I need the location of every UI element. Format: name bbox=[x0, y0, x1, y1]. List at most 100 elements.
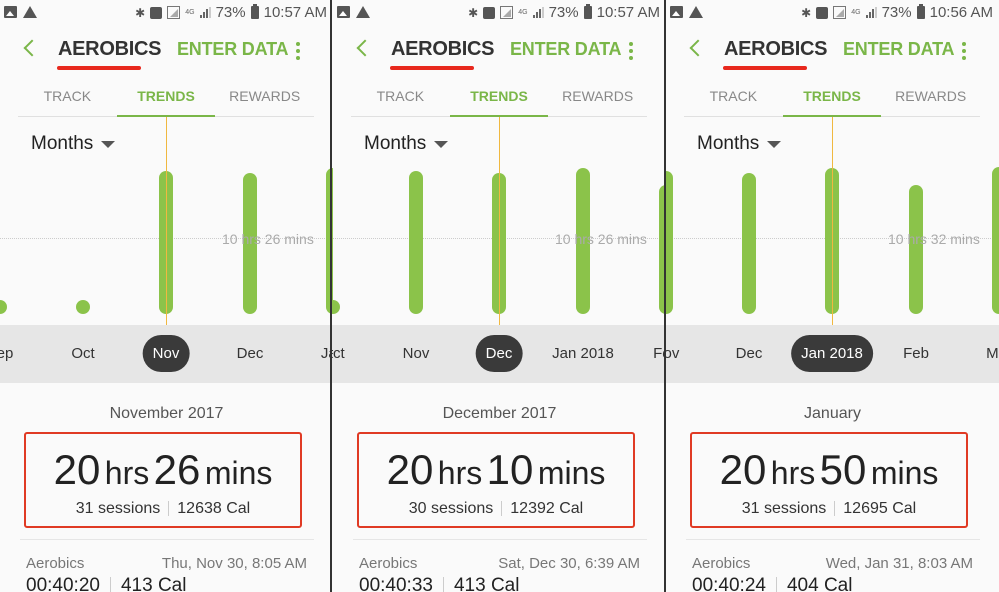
tab-rewards[interactable]: REWARDS bbox=[548, 80, 647, 116]
month-timeline[interactable]: SepOctNovDecJan bbox=[0, 325, 333, 383]
divider bbox=[353, 539, 647, 540]
more-options-icon[interactable] bbox=[296, 42, 300, 60]
bar-nov[interactable] bbox=[409, 170, 423, 314]
selection-cursor-line bbox=[832, 117, 833, 325]
selected-month-pill[interactable]: Jan 2018 bbox=[791, 335, 873, 372]
record-date: Thu, Nov 30, 8:05 AM bbox=[161, 555, 307, 572]
network-type-label: 4G bbox=[851, 9, 861, 16]
tab-trends[interactable]: TRENDS bbox=[116, 80, 216, 117]
record-date: Sat, Dec 30, 6:39 AM bbox=[498, 555, 640, 572]
hours-value: 20 bbox=[386, 446, 434, 493]
record-divider bbox=[109, 577, 111, 592]
tab-rewards[interactable]: REWARDS bbox=[215, 80, 314, 116]
sim-icon bbox=[167, 6, 181, 19]
average-label: 10 hrs 26 mins bbox=[555, 231, 647, 247]
enter-data-button[interactable]: ENTER DATA bbox=[843, 39, 955, 60]
period-dropdown[interactable]: Months bbox=[697, 133, 782, 155]
status-bar: ✱ 4G 73% 10:56 AM bbox=[666, 0, 999, 28]
summary-card: 20 hrs 10 mins 30 sessions 12392 Cal bbox=[357, 432, 635, 528]
phone-screen: ✱ 4G 73% 10:57 AM AEROBICS ENTER DATA TR… bbox=[0, 0, 333, 592]
period-dropdown[interactable]: Months bbox=[364, 133, 449, 155]
more-options-icon[interactable] bbox=[629, 42, 633, 60]
tab-bar: TRACK TRENDS REWARDS bbox=[351, 80, 647, 117]
total-duration: 20 hrs 26 mins bbox=[26, 446, 300, 494]
back-chevron-icon[interactable] bbox=[688, 38, 702, 60]
month-timeline[interactable]: OctNovDecJan 2018Feb bbox=[333, 325, 666, 383]
battery-percent: 73% bbox=[548, 4, 579, 21]
tab-trends[interactable]: TRENDS bbox=[449, 80, 549, 117]
warning-icon bbox=[23, 6, 37, 18]
back-chevron-icon[interactable] bbox=[355, 38, 369, 60]
period-title: November 2017 bbox=[109, 405, 224, 422]
battery-percent: 73% bbox=[215, 4, 246, 21]
bar-feb[interactable] bbox=[909, 185, 923, 314]
stat-divider bbox=[501, 501, 503, 517]
minutes-unit: mins bbox=[870, 455, 939, 491]
divider bbox=[686, 539, 980, 540]
trend-chart[interactable]: 10 hrs 26 mins Months bbox=[0, 117, 333, 325]
bar-nov[interactable] bbox=[666, 170, 673, 314]
timeline-month[interactable]: Sep bbox=[0, 345, 13, 362]
more-options-icon[interactable] bbox=[962, 42, 966, 60]
timeline-month[interactable]: Dec bbox=[736, 345, 763, 362]
record-calories: 413 Cal bbox=[453, 575, 520, 592]
sim-icon bbox=[833, 6, 847, 19]
selection-pointer bbox=[159, 52, 175, 59]
record-divider bbox=[775, 577, 777, 592]
bar-oct[interactable] bbox=[76, 300, 90, 314]
screenshot-comparison: ✱ 4G 73% 10:57 AM AEROBICS ENTER DATA TR… bbox=[0, 0, 999, 592]
tab-track[interactable]: TRACK bbox=[351, 80, 450, 116]
timeline-month[interactable]: Nov bbox=[666, 345, 679, 362]
bar-sep[interactable] bbox=[0, 300, 7, 314]
timeline-month[interactable]: Oct bbox=[71, 345, 94, 362]
timeline-month[interactable]: Nov bbox=[403, 345, 430, 362]
period-dropdown[interactable]: Months bbox=[31, 133, 116, 155]
page-title: AEROBICS bbox=[724, 38, 828, 60]
divider bbox=[20, 539, 314, 540]
image-notification-icon bbox=[4, 6, 17, 18]
tab-track[interactable]: TRACK bbox=[684, 80, 783, 116]
clock: 10:56 AM bbox=[929, 4, 993, 21]
bar-oct[interactable] bbox=[333, 300, 340, 314]
bar-dec[interactable] bbox=[742, 172, 756, 314]
battery-icon bbox=[583, 4, 592, 19]
tab-rewards[interactable]: REWARDS bbox=[881, 80, 980, 116]
hours-value: 20 bbox=[53, 446, 101, 493]
dropdown-caret-icon bbox=[434, 140, 449, 148]
trend-chart[interactable]: 10 hrs 32 mins Months bbox=[666, 117, 999, 325]
signal-icon bbox=[199, 7, 211, 18]
status-bar: ✱ 4G 73% 10:57 AM bbox=[0, 0, 333, 28]
period-dropdown-label: Months bbox=[31, 133, 94, 154]
record-values: 00:40:24 404 Cal bbox=[692, 575, 852, 592]
warning-icon bbox=[356, 6, 370, 18]
timeline-month[interactable]: Mar bbox=[986, 345, 999, 362]
record-duration: 00:40:24 bbox=[692, 575, 766, 592]
selected-month-pill[interactable]: Dec bbox=[475, 335, 523, 372]
sessions-count: 30 sessions bbox=[408, 500, 494, 517]
back-chevron-icon[interactable] bbox=[22, 38, 36, 60]
dropdown-caret-icon bbox=[767, 140, 782, 148]
trend-chart[interactable]: 10 hrs 26 mins Months bbox=[333, 117, 666, 325]
tab-bar: TRACK TRENDS REWARDS bbox=[18, 80, 314, 117]
phone-screen: ✱ 4G 73% 10:57 AM AEROBICS ENTER DATA TR… bbox=[333, 0, 666, 592]
summary-stats: 30 sessions 12392 Cal bbox=[359, 500, 633, 518]
enter-data-button[interactable]: ENTER DATA bbox=[510, 39, 622, 60]
selected-month-pill[interactable]: Nov bbox=[142, 335, 190, 372]
record-divider bbox=[442, 577, 444, 592]
month-timeline[interactable]: Nov Dec Jan 2018 Feb Mar bbox=[666, 325, 999, 383]
call-icon bbox=[483, 6, 496, 19]
record-date: Wed, Jan 31, 8:03 AM bbox=[825, 555, 973, 572]
battery-percent: 73% bbox=[881, 4, 912, 21]
signal-icon bbox=[865, 7, 877, 18]
sessions-count: 31 sessions bbox=[741, 500, 827, 517]
image-notification-icon bbox=[337, 6, 350, 18]
timeline-month[interactable]: Dec bbox=[237, 345, 264, 362]
enter-data-button[interactable]: ENTER DATA bbox=[177, 39, 289, 60]
bar-mar[interactable] bbox=[992, 166, 999, 314]
network-type-label: 4G bbox=[518, 9, 528, 16]
timeline-month[interactable]: Jan 2018 bbox=[552, 345, 614, 362]
tab-trends[interactable]: TRENDS bbox=[782, 80, 882, 117]
timeline-month[interactable]: Oct bbox=[333, 345, 345, 362]
timeline-month[interactable]: Feb bbox=[903, 345, 929, 362]
tab-track[interactable]: TRACK bbox=[18, 80, 117, 116]
